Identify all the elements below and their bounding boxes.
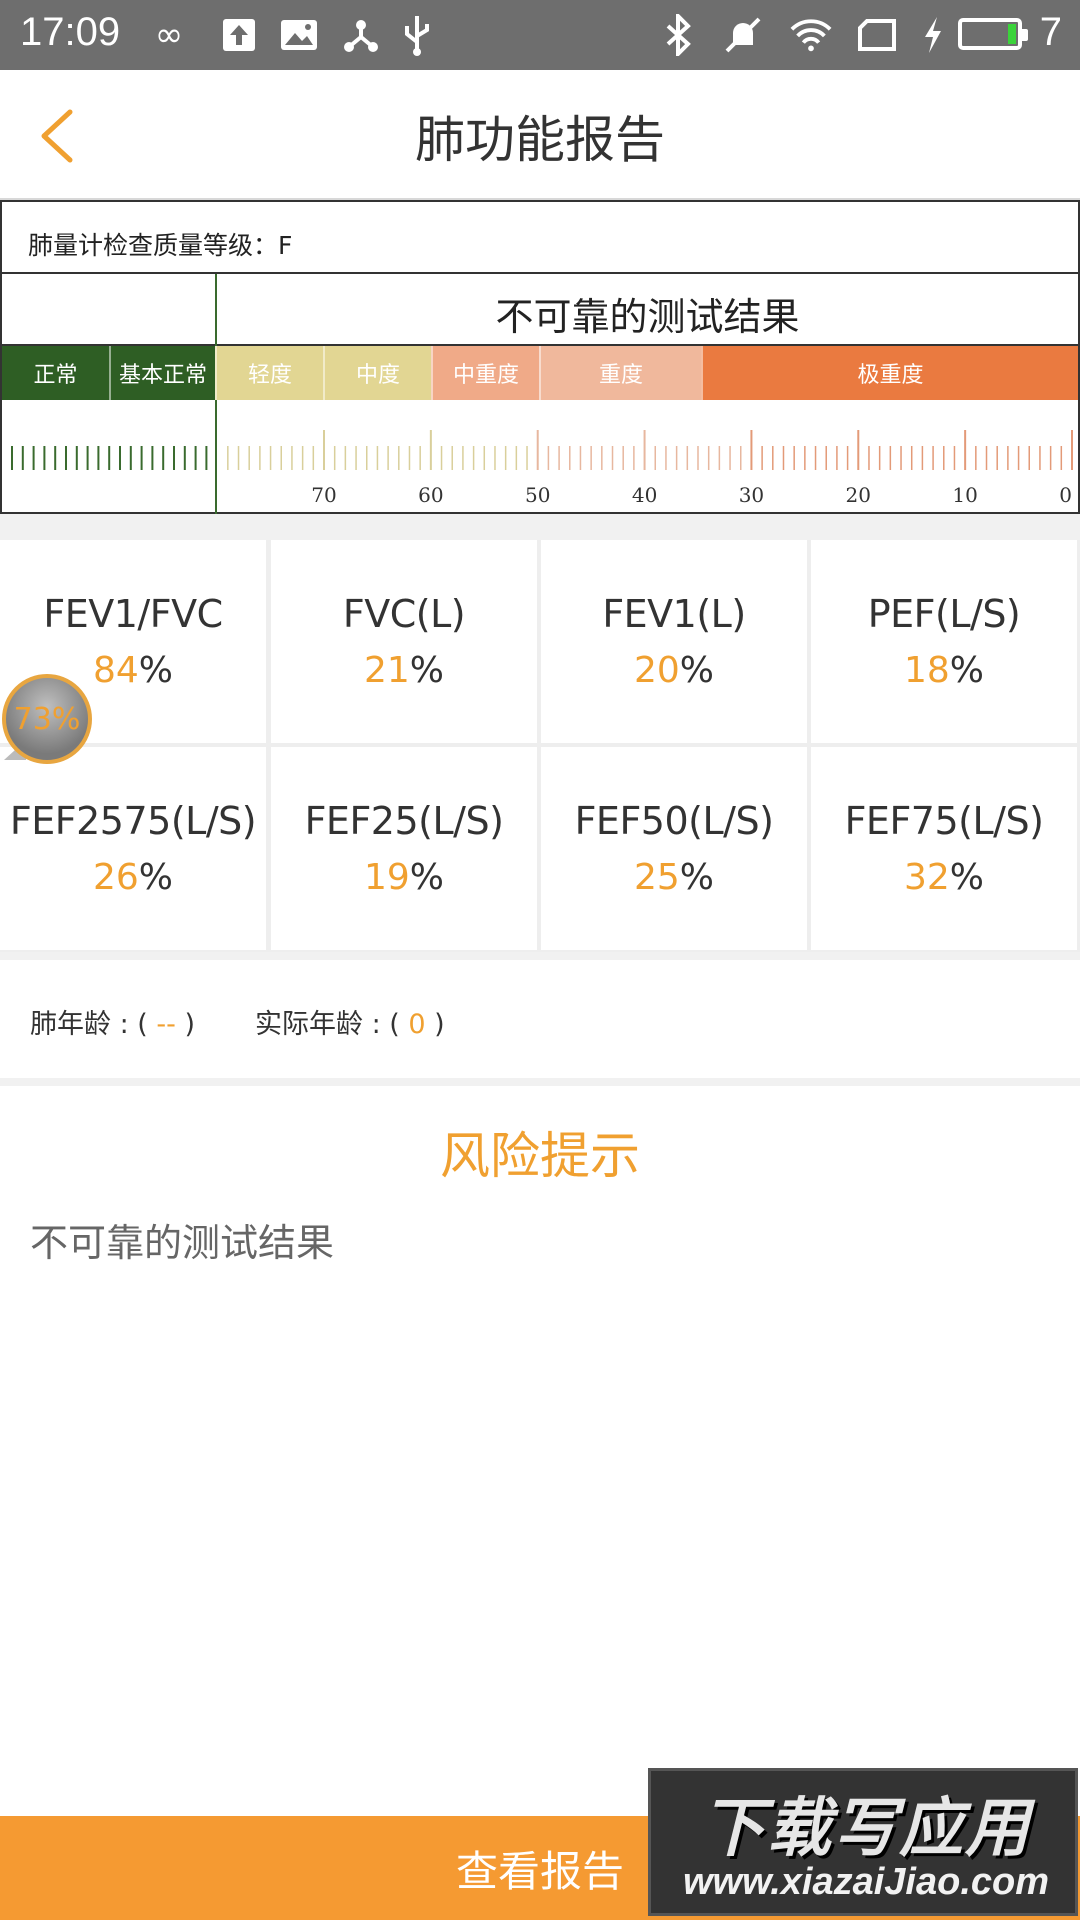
lung-age-label: 肺年龄 : ( [30, 1009, 148, 1040]
ruler-tick-label: 10 [952, 483, 977, 507]
lung-age-value: -- [156, 1009, 176, 1040]
metric-value: 84 [92, 650, 139, 691]
metric-value: 32 [903, 857, 950, 898]
metric-unit: % [679, 650, 715, 691]
metric-value: 20 [633, 650, 680, 691]
scale-segment: 正常 [2, 346, 109, 400]
metric-unit: % [409, 650, 445, 691]
metric-label: PEF(L/S) [867, 592, 1021, 636]
risk-section: 风险提示 不可靠的测试结果 [0, 1086, 1080, 1816]
metric-card: FEF50(L/S) 25% [541, 747, 807, 950]
quality-panel: 肺量计检查质量等级：F 不可靠的测试结果 正常 基本正常 轻度 中度 中重度 重… [0, 200, 1080, 514]
metric-unit: % [949, 857, 985, 898]
screen-icon [856, 14, 898, 56]
floating-speed-bubble[interactable]: 73% [2, 674, 92, 764]
watermark-url: www.xiazaiJiao.com [682, 1861, 1050, 1903]
lung-age: 肺年龄 : ( -- ) [30, 1002, 195, 1041]
charging-icon [912, 14, 954, 56]
bluetooth-icon [658, 14, 700, 56]
metric-value: 19 [363, 857, 410, 898]
metric-label: FEF25(L/S) [304, 799, 504, 843]
infinity-icon: ∞ [154, 15, 184, 55]
ruler-tick-label: 50 [525, 483, 550, 507]
metric-unit: % [949, 650, 985, 691]
share-hub-icon [340, 14, 382, 56]
metric-label: FEV1(L) [602, 592, 746, 636]
section-gap [0, 1078, 1080, 1086]
scale-segment: 中度 [323, 346, 431, 400]
watermark-text: 下载写应用 [701, 1792, 1031, 1866]
metric-unit: % [138, 650, 174, 691]
metric-card: FEF25(L/S) 19% [271, 747, 537, 950]
metric-value: 26 [92, 857, 139, 898]
actual-age-label: 实际年龄 : ( [255, 1009, 400, 1040]
ruler-tick-label: 20 [846, 483, 871, 507]
section-gap [0, 514, 1080, 540]
metric-unit: % [138, 857, 174, 898]
status-time: 17:09 [20, 10, 121, 54]
scale-segment: 基本正常 [109, 346, 215, 400]
page-title: 肺功能报告 [415, 111, 665, 169]
status-bar: 17:09 ∞ 7 [0, 0, 1080, 70]
severity-scale: 正常 基本正常 轻度 中度 中重度 重度 极重度 [2, 346, 1078, 400]
scale-segment: 轻度 [215, 346, 323, 400]
ruler-tick-label: 40 [632, 483, 657, 507]
battery-icon [958, 18, 1028, 50]
age-row: 肺年龄 : ( -- ) 实际年龄 : ( 0 ) [0, 960, 1080, 1080]
quality-grade-row: 肺量计检查质量等级：F [2, 202, 1078, 274]
metric-card: PEF(L/S) 18% [811, 540, 1077, 743]
scale-segment: 极重度 [701, 346, 1078, 400]
metrics-grid: FEV1/FVC 84% FVC(L) 21% FEV1(L) 20% PEF(… [0, 540, 1080, 952]
metric-label: FEV1/FVC [43, 592, 223, 636]
metric-card: FEV1(L) 20% [541, 540, 807, 743]
scale-segment: 中重度 [431, 346, 539, 400]
metric-card: FEF75(L/S) 32% [811, 747, 1077, 950]
ruler-tick-label: 0 [1059, 483, 1072, 507]
section-gap [0, 952, 1080, 960]
close-paren: ) [434, 1009, 445, 1040]
metric-label: FEF75(L/S) [844, 799, 1044, 843]
scale-segment: 重度 [539, 346, 701, 400]
metric-unit: % [679, 857, 715, 898]
actual-age-value: 0 [408, 1009, 426, 1040]
image-icon [278, 14, 320, 56]
ruler-tick-label: 30 [739, 483, 764, 507]
verdict-text: 不可靠的测试结果 [495, 295, 800, 339]
view-report-label: 查看报告 [455, 1846, 624, 1896]
scale-ruler: 70 60 50 40 30 20 10 0 [11, 430, 1073, 507]
metric-label: FEF2575(L/S) [9, 799, 257, 843]
metric-value: 25 [633, 857, 680, 898]
metric-unit: % [409, 857, 445, 898]
wifi-icon [790, 14, 832, 56]
close-paren: ) [184, 1009, 196, 1040]
watermark-logo: 下载写应用 www.xiazaiJiao.com [648, 1768, 1078, 1916]
metric-card: FVC(L) 21% [271, 540, 537, 743]
metric-label: FEF50(L/S) [574, 799, 774, 843]
upload-icon [218, 14, 260, 56]
metric-card: FEF2575(L/S) 26% [0, 747, 266, 950]
metric-value: 21 [363, 650, 410, 691]
top-app-bar: 肺功能报告 [0, 70, 1080, 200]
ruler-tick-label: 60 [418, 483, 443, 507]
mute-icon [722, 14, 764, 56]
quality-grade-label: 肺量计检查质量等级：F [28, 231, 293, 260]
risk-title: 风险提示 [440, 1127, 640, 1185]
usb-icon [396, 14, 438, 56]
actual-age: 实际年龄 : ( 0 ) [255, 1002, 445, 1041]
metric-value: 18 [903, 650, 950, 691]
risk-text: 不可靠的测试结果 [30, 1221, 335, 1265]
battery-level: 7 [1039, 10, 1062, 54]
metric-label: FVC(L) [342, 592, 466, 636]
ruler-tick-label: 70 [311, 483, 336, 507]
verdict-row: 不可靠的测试结果 [2, 274, 1078, 514]
